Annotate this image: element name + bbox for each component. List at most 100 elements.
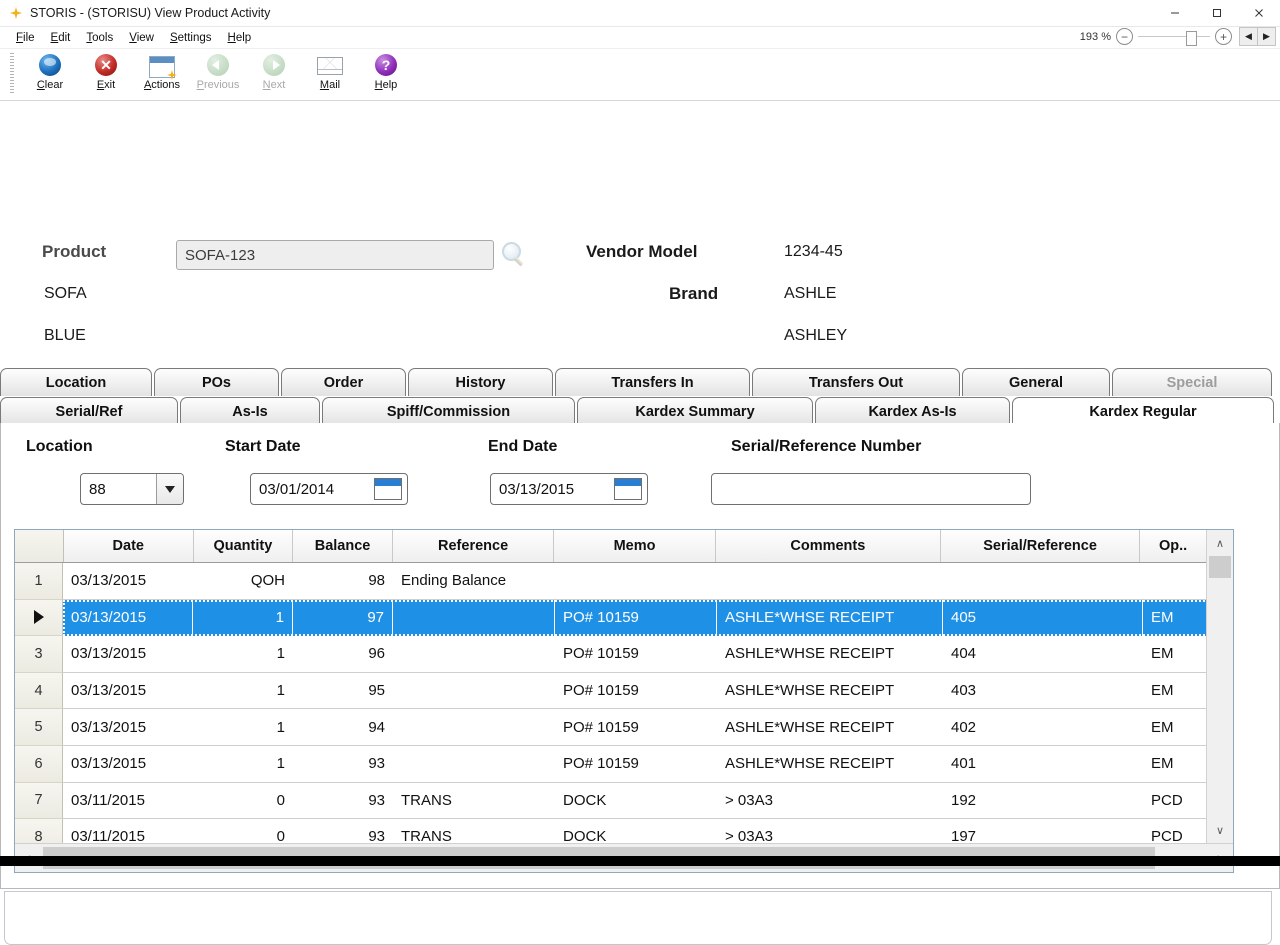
calendar-icon[interactable] bbox=[614, 478, 642, 500]
cell-memo bbox=[555, 563, 717, 599]
cell-reference bbox=[393, 709, 555, 745]
cell-balance: 96 bbox=[293, 636, 393, 672]
end-date-input[interactable]: 03/13/2015 bbox=[490, 473, 648, 505]
serial-reference-input[interactable] bbox=[711, 473, 1031, 505]
zoom-slider[interactable] bbox=[1138, 29, 1210, 44]
column-header-op[interactable]: Op.. bbox=[1140, 530, 1206, 562]
row-number[interactable]: 6 bbox=[15, 746, 63, 783]
minimize-icon[interactable] bbox=[1154, 0, 1196, 26]
close-icon[interactable] bbox=[1238, 0, 1280, 26]
cell-quantity: 1 bbox=[193, 636, 293, 672]
tab-kardex-as-is[interactable]: Kardex As-Is bbox=[815, 397, 1010, 425]
mail-button[interactable]: Mail bbox=[302, 50, 358, 98]
row-number[interactable]: 7 bbox=[15, 783, 63, 820]
tab-serial-ref[interactable]: Serial/Ref bbox=[0, 397, 178, 425]
zoom-in-icon[interactable]: + bbox=[1215, 28, 1232, 45]
next-page-icon[interactable]: ▶ bbox=[1257, 27, 1276, 46]
tab-location[interactable]: Location bbox=[0, 368, 152, 396]
tab-transfers-in[interactable]: Transfers In bbox=[555, 368, 750, 396]
clear-button[interactable]: Clear bbox=[22, 50, 78, 98]
tab-kardex-regular[interactable]: Kardex Regular bbox=[1012, 397, 1274, 425]
cell-quantity: 1 bbox=[193, 709, 293, 745]
calendar-icon[interactable] bbox=[374, 478, 402, 500]
zoom-slider-thumb[interactable] bbox=[1186, 31, 1197, 46]
menu-tools[interactable]: Tools bbox=[78, 30, 121, 46]
magnifier-icon[interactable] bbox=[500, 241, 528, 269]
tab-as-is[interactable]: As-Is bbox=[180, 397, 320, 425]
row-number[interactable]: 5 bbox=[15, 709, 63, 746]
scroll-up-icon[interactable]: ∧ bbox=[1207, 530, 1233, 556]
row-selector-arrow[interactable] bbox=[15, 600, 63, 637]
exit-button[interactable]: ✕ Exit bbox=[78, 50, 134, 98]
cell-serial-reference: 401 bbox=[943, 746, 1143, 782]
title-bar: STORIS - (STORISU) View Product Activity bbox=[0, 0, 1280, 27]
vertical-scroll-thumb[interactable] bbox=[1209, 556, 1231, 578]
cell-quantity: 1 bbox=[193, 600, 293, 637]
previous-button: Previous bbox=[190, 50, 246, 98]
menu-view[interactable]: View bbox=[121, 30, 162, 46]
cell-quantity: 1 bbox=[193, 746, 293, 782]
toolbar-grip[interactable] bbox=[10, 53, 14, 95]
column-header-date[interactable]: Date bbox=[64, 530, 194, 562]
tab-row-1: Location POs Order History Transfers In … bbox=[0, 367, 1280, 396]
window-controls bbox=[1154, 0, 1280, 26]
cell-op: EM bbox=[1143, 600, 1206, 637]
location-select[interactable]: 88 bbox=[80, 473, 184, 505]
vertical-scrollbar[interactable]: ∧ ∨ bbox=[1206, 530, 1233, 843]
vendor-model-value: 1234-45 bbox=[784, 243, 843, 261]
tab-history[interactable]: History bbox=[408, 368, 553, 396]
table-row[interactable]: 5 03/13/2015 1 94 PO# 10159 ASHLE*WHSE R… bbox=[15, 709, 1206, 746]
tab-spiff-commission[interactable]: Spiff/Commission bbox=[322, 397, 575, 425]
product-label: Product bbox=[42, 242, 106, 262]
vertical-scroll-track[interactable] bbox=[1207, 556, 1233, 817]
column-header-comments[interactable]: Comments bbox=[716, 530, 941, 562]
column-header-quantity[interactable]: Quantity bbox=[194, 530, 294, 562]
cell-serial-reference: 403 bbox=[943, 673, 1143, 709]
next-button: Next bbox=[246, 50, 302, 98]
row-number[interactable]: 1 bbox=[15, 563, 63, 600]
column-header-memo[interactable]: Memo bbox=[554, 530, 715, 562]
row-number[interactable]: 3 bbox=[15, 636, 63, 673]
cell-comments: ASHLE*WHSE RECEIPT bbox=[717, 709, 943, 745]
prev-page-icon[interactable]: ◀ bbox=[1239, 27, 1258, 46]
table-row[interactable]: 7 03/11/2015 0 93 TRANS DOCK > 03A3 192 … bbox=[15, 783, 1206, 820]
table-row[interactable]: 3 03/13/2015 1 96 PO# 10159 ASHLE*WHSE R… bbox=[15, 636, 1206, 673]
bottom-panel bbox=[4, 891, 1272, 945]
maximize-icon[interactable] bbox=[1196, 0, 1238, 26]
cell-serial-reference: 405 bbox=[943, 600, 1143, 637]
column-header-balance[interactable]: Balance bbox=[293, 530, 393, 562]
row-cells: 03/13/2015 1 95 PO# 10159 ASHLE*WHSE REC… bbox=[63, 673, 1206, 710]
actions-button[interactable]: Actions bbox=[134, 50, 190, 98]
table-row[interactable]: 03/13/2015 1 97 PO# 10159 ASHLE*WHSE REC… bbox=[15, 600, 1206, 637]
table-row[interactable]: 4 03/13/2015 1 95 PO# 10159 ASHLE*WHSE R… bbox=[15, 673, 1206, 710]
menu-settings[interactable]: Settings bbox=[162, 30, 220, 46]
tab-pos[interactable]: POs bbox=[154, 368, 279, 396]
menu-file[interactable]: File bbox=[8, 30, 43, 46]
help-button[interactable]: ? Help bbox=[358, 50, 414, 98]
tab-transfers-out[interactable]: Transfers Out bbox=[752, 368, 960, 396]
help-button-label: Help bbox=[375, 79, 398, 91]
product-input[interactable]: SOFA-123 bbox=[176, 240, 494, 270]
chevron-down-icon[interactable] bbox=[156, 474, 183, 504]
tab-general[interactable]: General bbox=[962, 368, 1110, 396]
tab-kardex-summary[interactable]: Kardex Summary bbox=[577, 397, 813, 425]
start-date-input[interactable]: 03/01/2014 bbox=[250, 473, 408, 505]
row-number[interactable]: 8 bbox=[15, 819, 63, 843]
cell-serial-reference: 197 bbox=[943, 819, 1143, 843]
row-number[interactable]: 4 bbox=[15, 673, 63, 710]
menu-help[interactable]: Help bbox=[220, 30, 260, 46]
cell-op: EM bbox=[1143, 636, 1206, 672]
column-header-serial-reference[interactable]: Serial/Reference bbox=[941, 530, 1140, 562]
table-row[interactable]: 1 03/13/2015 QOH 98 Ending Balance bbox=[15, 563, 1206, 600]
cell-quantity: 0 bbox=[193, 819, 293, 843]
menu-edit[interactable]: Edit bbox=[43, 30, 79, 46]
zoom-out-icon[interactable]: − bbox=[1116, 28, 1133, 45]
cell-memo: PO# 10159 bbox=[555, 746, 717, 782]
tab-special: Special bbox=[1112, 368, 1272, 396]
help-question-icon: ? bbox=[373, 52, 399, 78]
table-row[interactable]: 6 03/13/2015 1 93 PO# 10159 ASHLE*WHSE R… bbox=[15, 746, 1206, 783]
tab-order[interactable]: Order bbox=[281, 368, 406, 396]
table-row[interactable]: 8 03/11/2015 0 93 TRANS DOCK > 03A3 197 … bbox=[15, 819, 1206, 843]
column-header-reference[interactable]: Reference bbox=[393, 530, 554, 562]
scroll-down-icon[interactable]: ∨ bbox=[1207, 817, 1233, 843]
